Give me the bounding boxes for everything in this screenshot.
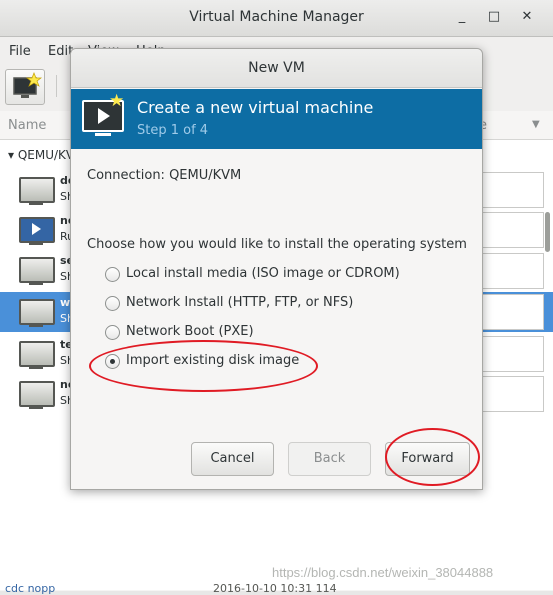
vm-shutoff-icon <box>19 177 55 203</box>
vm-name: w <box>60 296 71 309</box>
column-dropdown-icon[interactable]: ▼ <box>532 119 540 130</box>
vm-stand <box>29 202 43 205</box>
radio-local-media[interactable] <box>105 267 120 282</box>
connection-label: Connection: QEMU/KVM <box>87 168 242 183</box>
bottom-partial-text: cdc nopp <box>5 582 56 595</box>
minimize-icon[interactable]: _ <box>454 9 470 25</box>
expander-icon[interactable]: ▾ <box>8 148 18 162</box>
dialog-title: New VM <box>248 60 305 76</box>
vm-running-icon <box>19 217 55 243</box>
option-label: Network Install (HTTP, FTP, or NFS) <box>126 295 354 310</box>
vm-stand <box>29 366 43 369</box>
menu-file[interactable]: File <box>9 44 31 59</box>
cpu-graph <box>480 212 544 248</box>
dialog-titlebar[interactable]: New VM <box>71 49 482 88</box>
new-star-icon: ★ <box>109 91 125 111</box>
radio-network-install[interactable] <box>105 296 120 311</box>
vm-stand <box>29 406 43 409</box>
window-title: Virtual Machine Manager <box>189 9 364 25</box>
cpu-graph <box>480 253 544 289</box>
column-name[interactable]: Name <box>8 118 46 133</box>
cpu-graph <box>480 376 544 412</box>
option-label: Network Boot (PXE) <box>126 324 254 339</box>
maximize-icon[interactable]: □ <box>486 9 502 25</box>
monitor-stand <box>95 133 111 136</box>
annotation-ellipse-forward <box>385 428 480 486</box>
new-vm-icon <box>13 72 43 98</box>
wizard-banner: ★ Create a new virtual machine Step 1 of… <box>71 89 482 149</box>
list-scrollbar[interactable] <box>545 212 550 252</box>
vm-stand <box>29 242 43 245</box>
vm-shutoff-icon <box>19 257 55 283</box>
vm-shutoff-icon <box>19 381 55 407</box>
bottom-partial-date: 2016-10-10 10:31 114 <box>213 582 337 595</box>
banner-title: Create a new virtual machine <box>137 98 374 117</box>
window-titlebar[interactable]: Virtual Machine Manager _ □ ✕ <box>0 0 553 37</box>
annotation-ellipse-import <box>89 340 318 392</box>
close-icon[interactable]: ✕ <box>519 9 535 25</box>
cpu-graph <box>480 172 544 208</box>
option-label: Local install media (ISO image or CDROM) <box>126 266 400 281</box>
cancel-button[interactable]: Cancel <box>191 442 274 476</box>
watermark: https://blog.csdn.net/weixin_38044888 <box>272 565 494 580</box>
cpu-graph <box>480 294 544 330</box>
vm-shutoff-icon <box>19 299 55 325</box>
banner-step: Step 1 of 4 <box>137 123 209 138</box>
cpu-graph <box>480 336 544 372</box>
vm-stand <box>29 324 43 327</box>
new-vm-button[interactable] <box>5 69 45 105</box>
back-button[interactable]: Back <box>288 442 371 476</box>
vm-stand <box>29 282 43 285</box>
toolbar-separator <box>56 75 57 97</box>
radio-network-boot[interactable] <box>105 325 120 340</box>
vm-shutoff-icon <box>19 341 55 367</box>
install-prompt: Choose how you would like to install the… <box>87 237 467 252</box>
new-vm-dialog: New VM ★ Create a new virtual machine St… <box>70 48 483 490</box>
